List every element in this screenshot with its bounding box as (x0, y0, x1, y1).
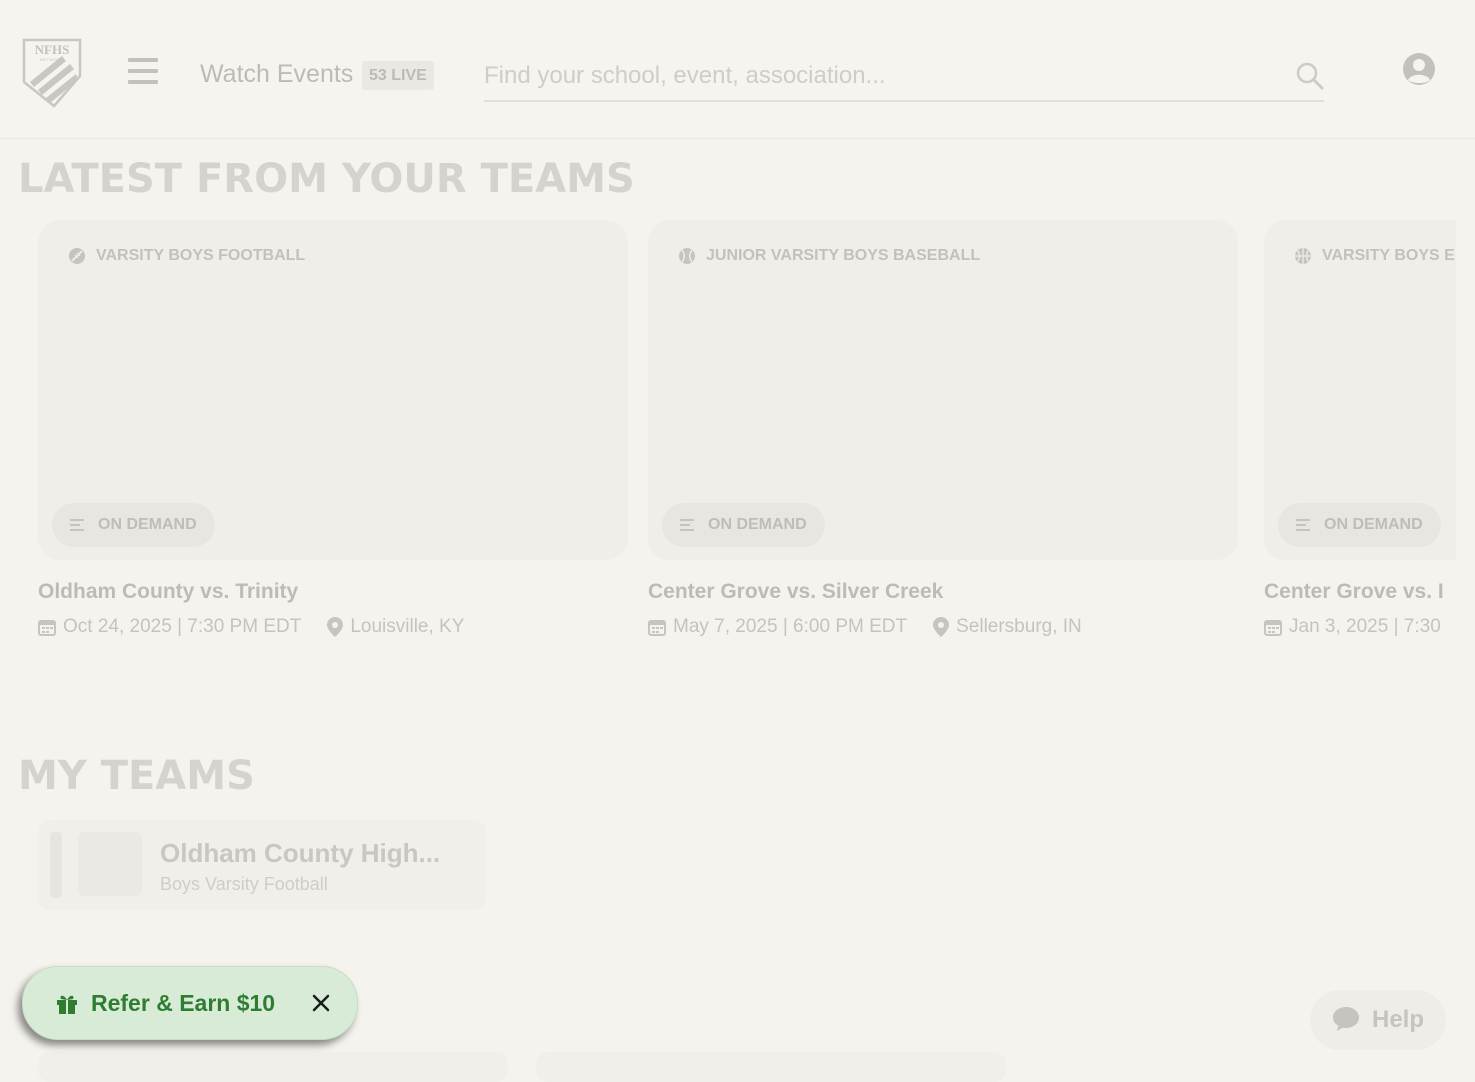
basketball-icon (1295, 248, 1311, 264)
help-label: Help (1372, 1006, 1425, 1033)
list-icon (680, 519, 694, 531)
team-name: Oldham County High... (160, 838, 441, 868)
my-teams-section-title: MY TEAMS (18, 753, 255, 799)
event-date: Oct 24, 2025 | 7:30 PM EDT (63, 616, 302, 637)
on-demand-badge: ON DEMAND (52, 503, 215, 547)
help-button[interactable]: Help (1310, 990, 1446, 1050)
sport-tag: VARSITY BOYS E (1294, 247, 1455, 265)
live-count-badge[interactable]: 53 LIVE (362, 61, 434, 90)
on-demand-label: ON DEMAND (1324, 516, 1423, 533)
calendar-icon (648, 620, 666, 636)
sport-label: JUNIOR VARSITY BOYS BASEBALL (706, 247, 981, 264)
nfhs-network-logo[interactable]: NFHS NETWORK (22, 36, 84, 110)
baseball-icon (679, 248, 695, 264)
latest-section-title: LATEST FROM YOUR TEAMS (18, 156, 635, 202)
sport-tag: JUNIOR VARSITY BOYS BASEBALL (678, 247, 980, 265)
close-icon[interactable] (309, 991, 333, 1015)
chat-bubble-icon (1333, 1007, 1359, 1031)
sport-tag: VARSITY BOYS FOOTBALL (68, 247, 305, 265)
event-location: Louisville, KY (350, 616, 465, 637)
team-color-bar (50, 832, 62, 898)
team-card[interactable]: Oldham County High... Boys Varsity Footb… (38, 820, 486, 910)
logo-subtext: NETWORK (40, 57, 64, 62)
event-card[interactable]: VARSITY BOYS FOOTBALL ON DEMAND Oldham C… (38, 220, 628, 660)
latest-events-carousel: VARSITY BOYS FOOTBALL ON DEMAND Oldham C… (0, 220, 1475, 660)
hamburger-menu-icon[interactable] (126, 58, 162, 92)
refer-earn-label[interactable]: Refer & Earn $10 (91, 990, 275, 1017)
watch-events-link[interactable]: Watch Events (200, 60, 353, 89)
event-card[interactable]: JUNIOR VARSITY BOYS BASEBALL ON DEMAND C… (648, 220, 1238, 660)
team-logo (78, 832, 142, 896)
refer-earn-banner[interactable]: Refer & Earn $10 (22, 966, 358, 1040)
list-icon (70, 519, 84, 531)
sport-label: VARSITY BOYS FOOTBALL (96, 247, 306, 264)
on-demand-badge: ON DEMAND (662, 503, 825, 547)
search-input[interactable] (484, 56, 1274, 96)
football-icon (69, 248, 85, 264)
logo-text: NFHS (34, 42, 70, 57)
event-meta: Oct 24, 2025 | 7:30 PM EDT Louisville, K… (38, 616, 464, 638)
sport-label: VARSITY BOYS E (1322, 247, 1455, 264)
calendar-icon (38, 620, 56, 636)
top-navigation-bar: NFHS NETWORK Watch Events 53 LIVE (0, 0, 1475, 139)
event-thumbnail[interactable]: JUNIOR VARSITY BOYS BASEBALL ON DEMAND (648, 220, 1238, 560)
location-pin-icon (327, 617, 344, 637)
location-pin-icon (933, 617, 950, 637)
user-account-icon[interactable] (1402, 52, 1436, 86)
event-title[interactable]: Center Grove vs. I (1264, 580, 1444, 604)
event-date: May 7, 2025 | 6:00 PM EDT (673, 616, 908, 637)
event-card[interactable]: VARSITY BOYS E ON DEMAND Center Grove vs… (1264, 220, 1456, 660)
event-meta: May 7, 2025 | 6:00 PM EDT Sellersburg, I… (648, 616, 1082, 638)
gift-icon (57, 995, 77, 1014)
event-title[interactable]: Oldham County vs. Trinity (38, 580, 298, 604)
team-card-partial[interactable] (536, 1052, 1006, 1082)
event-thumbnail[interactable]: VARSITY BOYS FOOTBALL ON DEMAND (38, 220, 628, 560)
on-demand-label: ON DEMAND (98, 516, 197, 533)
event-meta: Jan 3, 2025 | 7:30 (1264, 616, 1441, 638)
list-icon (1296, 519, 1310, 531)
on-demand-badge: ON DEMAND (1278, 503, 1441, 547)
search-icon[interactable] (1296, 62, 1324, 90)
search-bar (484, 56, 1324, 102)
team-card-partial[interactable] (38, 1052, 508, 1082)
calendar-icon (1264, 620, 1282, 636)
team-subtitle: Boys Varsity Football (160, 874, 328, 894)
event-location: Sellersburg, IN (956, 616, 1082, 637)
event-title[interactable]: Center Grove vs. Silver Creek (648, 580, 943, 604)
on-demand-label: ON DEMAND (708, 516, 807, 533)
event-date: Jan 3, 2025 | 7:30 (1289, 616, 1441, 637)
event-thumbnail[interactable]: VARSITY BOYS E ON DEMAND (1264, 220, 1456, 560)
